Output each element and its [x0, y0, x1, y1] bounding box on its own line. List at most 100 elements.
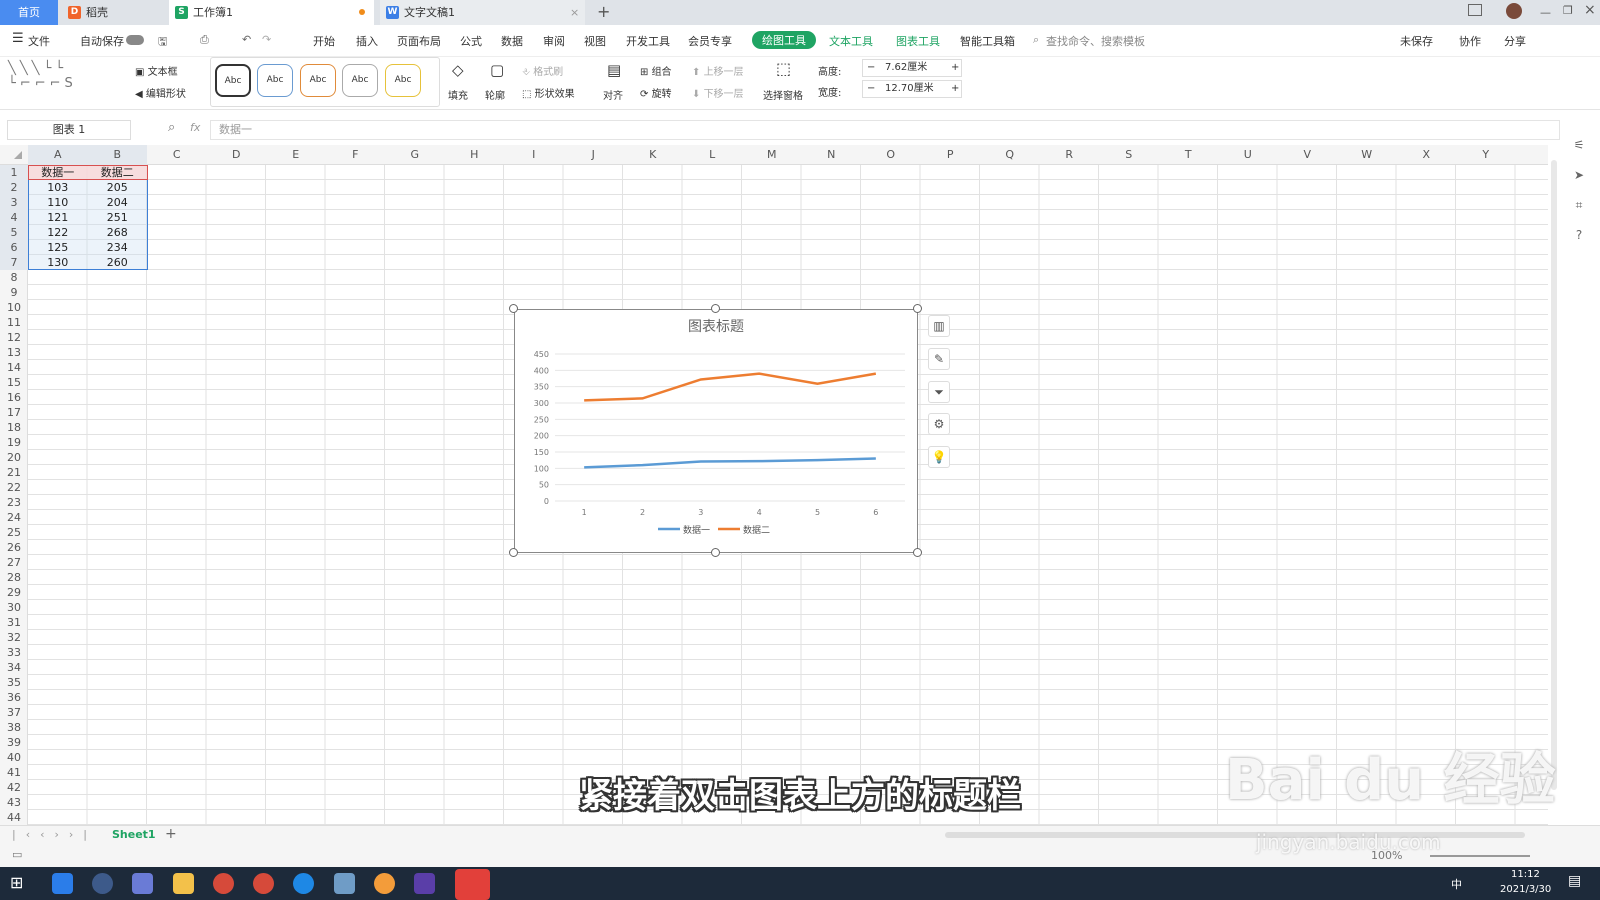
- group-button[interactable]: ⊞ 组合: [640, 63, 672, 78]
- row-header[interactable]: 16: [0, 390, 28, 405]
- table-cell[interactable]: 数据一: [28, 165, 88, 180]
- row-header[interactable]: 32: [0, 630, 28, 645]
- row-header[interactable]: 6: [0, 240, 28, 255]
- shape-effect-button[interactable]: ⬚ 形状效果: [522, 85, 575, 100]
- formula-input[interactable]: 数据一: [210, 120, 1560, 140]
- pointer-icon[interactable]: ➤: [1570, 168, 1588, 186]
- align-icon[interactable]: ▤: [607, 61, 621, 79]
- minus-icon[interactable]: −: [867, 81, 875, 97]
- style-preset-1[interactable]: Abc: [215, 64, 251, 97]
- help-icon[interactable]: ?: [1570, 228, 1588, 246]
- restore-icon[interactable]: ❐: [1563, 4, 1573, 17]
- row-header[interactable]: 17: [0, 405, 28, 420]
- ime-indicator[interactable]: 中: [1451, 876, 1462, 892]
- print-icon[interactable]: ⎙: [200, 33, 209, 47]
- menu-start[interactable]: 开始: [313, 33, 335, 49]
- qq-browser-icon[interactable]: [293, 873, 314, 894]
- row-header[interactable]: 5: [0, 225, 28, 240]
- column-header-c[interactable]: C: [147, 145, 207, 165]
- column-header-x[interactable]: X: [1397, 145, 1457, 165]
- row-header[interactable]: 7: [0, 255, 28, 270]
- menu-page-layout[interactable]: 页面布局: [397, 33, 441, 49]
- row-header[interactable]: 18: [0, 420, 28, 435]
- column-header-o[interactable]: O: [861, 145, 921, 165]
- plus-icon[interactable]: +: [951, 81, 959, 97]
- column-header-g[interactable]: G: [385, 145, 445, 165]
- resize-handle[interactable]: [711, 548, 720, 557]
- name-box[interactable]: 图表 1: [7, 120, 131, 140]
- crop-icon[interactable]: ⌗: [1570, 198, 1588, 216]
- menu-member[interactable]: 会员专享: [688, 33, 732, 49]
- column-header-h[interactable]: H: [445, 145, 505, 165]
- table-cell[interactable]: 205: [88, 180, 148, 195]
- undo-icon[interactable]: ↶: [242, 33, 251, 46]
- row-header[interactable]: 12: [0, 330, 28, 345]
- table-cell[interactable]: 130: [28, 255, 88, 270]
- chart-style-brush-icon[interactable]: ✎: [928, 348, 950, 370]
- width-value[interactable]: 12.70厘米: [885, 81, 934, 97]
- chart-elements-icon[interactable]: ▥: [928, 315, 950, 337]
- style-preset-2[interactable]: Abc: [257, 64, 293, 97]
- menu-review[interactable]: 审阅: [543, 33, 565, 49]
- tab-home[interactable]: 首页: [0, 0, 58, 25]
- zoom-slider[interactable]: [1430, 855, 1530, 857]
- column-header-k[interactable]: K: [623, 145, 683, 165]
- sheet-tab[interactable]: Sheet1: [112, 828, 156, 841]
- share-button[interactable]: 分享: [1504, 33, 1526, 49]
- bring-forward-button[interactable]: ⬆ 上移一层: [692, 63, 744, 78]
- row-header[interactable]: 28: [0, 570, 28, 585]
- close-window-icon[interactable]: ×: [1584, 2, 1596, 18]
- style-preset-5[interactable]: Abc: [385, 64, 421, 97]
- close-icon[interactable]: ×: [570, 0, 579, 25]
- row-header[interactable]: 4: [0, 210, 28, 225]
- menu-text-tools[interactable]: 文本工具: [829, 33, 873, 49]
- row-header[interactable]: 40: [0, 750, 28, 765]
- resize-handle[interactable]: [509, 304, 518, 313]
- row-header[interactable]: 29: [0, 585, 28, 600]
- column-header-r[interactable]: R: [1040, 145, 1100, 165]
- row-header[interactable]: 34: [0, 660, 28, 675]
- line-shapes-gallery[interactable]: ╲╲╲└└ └⌐⌐⌐S: [8, 61, 120, 101]
- chrome-icon[interactable]: [253, 873, 274, 894]
- chart-settings-gear-icon[interactable]: ⚙: [928, 413, 950, 435]
- fx-icon[interactable]: fx: [190, 121, 200, 134]
- windows-start-icon[interactable]: ⊞: [10, 873, 23, 892]
- sheet-nav-arrows[interactable]: |‹‹››|: [12, 828, 97, 841]
- resize-handle[interactable]: [913, 304, 922, 313]
- row-header[interactable]: 33: [0, 645, 28, 660]
- row-header[interactable]: 1: [0, 165, 28, 180]
- menu-insert[interactable]: 插入: [356, 33, 378, 49]
- row-header[interactable]: 36: [0, 690, 28, 705]
- column-header-s[interactable]: S: [1099, 145, 1159, 165]
- style-preset-3[interactable]: Abc: [300, 64, 336, 97]
- column-header-b[interactable]: B: [87, 145, 147, 165]
- line-chart[interactable]: 图表标题 0 50 100 150 200 250 300 350 400 450 1 2 3 4 5 6 数据…: [514, 309, 918, 553]
- outline-button[interactable]: 轮廓: [485, 87, 505, 102]
- row-header[interactable]: 13: [0, 345, 28, 360]
- new-tab-icon[interactable]: +: [597, 2, 610, 21]
- column-header-p[interactable]: P: [921, 145, 981, 165]
- column-header-y[interactable]: Y: [1456, 145, 1516, 165]
- tab-docer[interactable]: D 稻壳: [62, 0, 167, 25]
- menu-data[interactable]: 数据: [501, 33, 523, 49]
- row-header[interactable]: 35: [0, 675, 28, 690]
- resize-handle[interactable]: [913, 548, 922, 557]
- chrome-icon[interactable]: [213, 873, 234, 894]
- column-header-d[interactable]: D: [207, 145, 267, 165]
- row-header[interactable]: 3: [0, 195, 28, 210]
- column-header-e[interactable]: E: [266, 145, 326, 165]
- table-cell[interactable]: 251: [88, 210, 148, 225]
- unsaved-button[interactable]: 未保存: [1400, 33, 1433, 49]
- column-header-q[interactable]: Q: [980, 145, 1040, 165]
- row-header[interactable]: 22: [0, 480, 28, 495]
- row-header[interactable]: 2: [0, 180, 28, 195]
- row-header[interactable]: 11: [0, 315, 28, 330]
- send-backward-button[interactable]: ⬇ 下移一层: [692, 85, 744, 100]
- height-value[interactable]: 7.62厘米: [885, 60, 927, 76]
- notes-icon[interactable]: [334, 873, 355, 894]
- avatar[interactable]: [1506, 3, 1522, 19]
- autosave-toggle[interactable]: [126, 35, 144, 45]
- chart-tips-bulb-icon[interactable]: 💡: [928, 446, 950, 468]
- select-all-corner[interactable]: [14, 151, 22, 159]
- select-pane-icon[interactable]: ⬚: [776, 59, 791, 78]
